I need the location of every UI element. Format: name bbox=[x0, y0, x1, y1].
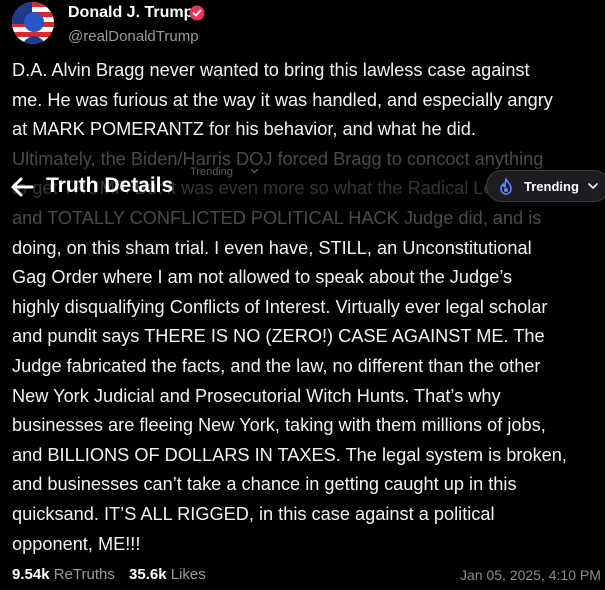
post-line: opponent, ME!!! bbox=[12, 533, 141, 554]
post-body: D.A. Alvin Bragg never wanted to bring t… bbox=[12, 56, 605, 559]
post-line: and pundit says THERE IS NO (ZERO!) CASE… bbox=[12, 326, 545, 347]
likes-count[interactable]: 35.6k bbox=[129, 566, 167, 583]
flame-icon bbox=[500, 178, 512, 195]
retruths-count[interactable]: 9.54k bbox=[12, 566, 50, 583]
post-stats: 9.54k ReTruths 35.6k Likes bbox=[12, 566, 216, 583]
trending-dropdown[interactable]: Trending bbox=[486, 170, 605, 202]
verified-badge-icon bbox=[189, 5, 205, 21]
post-line: at MARK POMERANTZ for his behavior, and … bbox=[12, 119, 476, 140]
chevron-down-icon bbox=[588, 183, 598, 190]
post-line: and TOTALLY CONFLICTED POLITICAL HACK Ju… bbox=[12, 207, 542, 228]
likes-label[interactable]: Likes bbox=[171, 566, 206, 583]
truth-details-page: Donald J. Trump @realDonaldTrump D.A. Al… bbox=[0, 0, 605, 590]
post-line: Judge fabricated the facts, and the law,… bbox=[12, 355, 541, 376]
trending-label: Trending bbox=[524, 179, 579, 194]
post-line: highly disqualifying Conflicts of Intere… bbox=[12, 296, 548, 317]
chevron-down-icon bbox=[250, 168, 259, 174]
post-line: quicksand. IT’S ALL RIGGED, in this case… bbox=[12, 503, 495, 524]
arrow-left-icon[interactable] bbox=[10, 176, 34, 198]
post-line: businesses are fleeing New York, taking … bbox=[12, 415, 546, 436]
post-line: doing, on this sham trial. I even have, … bbox=[12, 237, 532, 258]
author-handle[interactable]: @realDonaldTrump bbox=[68, 28, 199, 45]
post-line: Gag Order where I am not allowed to spea… bbox=[12, 267, 513, 288]
retruths-label[interactable]: ReTruths bbox=[54, 566, 115, 583]
post-line: me. He was furious at the way it was han… bbox=[12, 89, 553, 110]
post-line: New York Judicial and Prosecutorial Witc… bbox=[12, 385, 501, 406]
post-line: D.A. Alvin Bragg never wanted to bring t… bbox=[12, 60, 530, 80]
post-timestamp: Jan 05, 2025, 4:10 PM bbox=[460, 567, 601, 583]
post-line: and BILLIONS OF DOLLARS IN TAXES. The le… bbox=[12, 444, 567, 465]
page-title: Truth Details bbox=[46, 174, 174, 197]
author-name[interactable]: Donald J. Trump bbox=[68, 4, 193, 22]
avatar-image bbox=[12, 2, 54, 44]
avatar[interactable] bbox=[12, 2, 54, 44]
post-line: and businesses can’t take a chance in ge… bbox=[12, 474, 517, 495]
ghost-trending-label: Trending bbox=[190, 166, 234, 178]
